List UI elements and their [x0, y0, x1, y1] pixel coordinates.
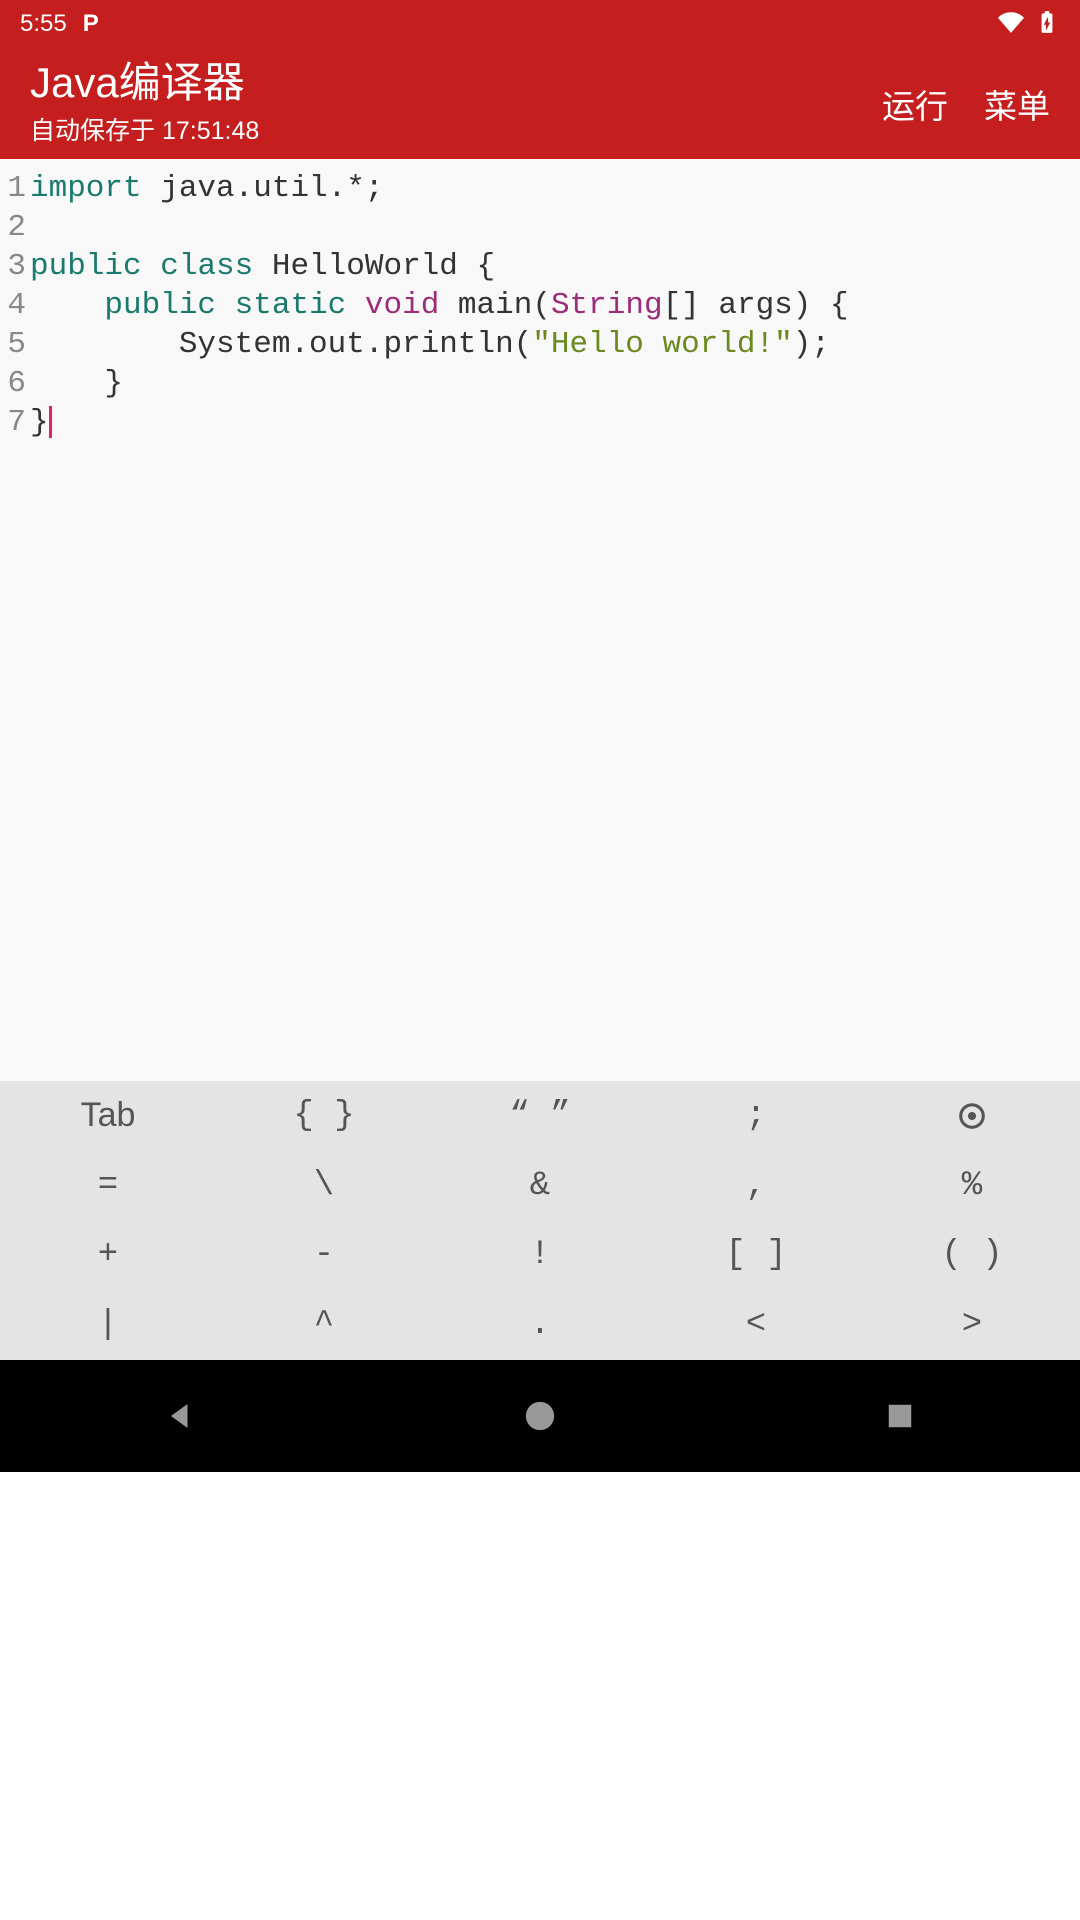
code-line[interactable]: System.out.println("Hello world!"); [30, 325, 1080, 364]
line-number: 3 [0, 247, 26, 286]
code-content[interactable]: import java.util.*; public class HelloWo… [30, 169, 1080, 1081]
symbol-key-1[interactable]: { } [216, 1081, 432, 1151]
app-bar: Java编译器 自动保存于 17:51:48 运行 菜单 [0, 48, 1080, 159]
system-nav-bar [0, 1360, 1080, 1472]
symbol-key-2[interactable]: “ ” [432, 1081, 648, 1151]
line-gutter: 1234567 [0, 169, 30, 1081]
nav-home-button[interactable] [520, 1396, 560, 1436]
symbol-key-12[interactable]: ! [432, 1221, 648, 1291]
status-time: 5:55 [20, 10, 67, 38]
symbol-key-5[interactable]: = [0, 1151, 216, 1221]
code-line[interactable]: public static void main(String[] args) { [30, 286, 1080, 325]
symbol-key-16[interactable]: ^ [216, 1290, 432, 1360]
symbol-key-15[interactable]: | [0, 1290, 216, 1360]
menu-button[interactable]: 菜单 [984, 80, 1050, 128]
symbol-toolbar: Tab{ }“ ”; =\&,% +-![ ]( ) |^.<> [0, 1081, 1080, 1360]
status-bar: 5:55 P [0, 0, 1080, 48]
symbol-key-18[interactable]: < [648, 1290, 864, 1360]
text-cursor [49, 406, 52, 438]
run-button[interactable]: 运行 [882, 80, 948, 128]
app-title: Java编译器 [30, 60, 882, 106]
code-line[interactable] [30, 208, 1080, 247]
symbol-key-8[interactable]: , [648, 1151, 864, 1221]
battery-charging-icon [1034, 9, 1060, 40]
line-number: 7 [0, 403, 26, 442]
symbol-key-11[interactable]: - [216, 1221, 432, 1291]
line-number: 5 [0, 325, 26, 364]
symbol-key-0[interactable]: Tab [0, 1081, 216, 1151]
code-line[interactable]: } [30, 403, 1080, 442]
symbol-key-10[interactable]: + [0, 1221, 216, 1291]
symbol-key-target-icon[interactable] [864, 1081, 1080, 1151]
autosave-status: 自动保存于 17:51:48 [30, 111, 882, 147]
code-editor[interactable]: 1234567 import java.util.*; public class… [0, 159, 1080, 1081]
nav-recent-button[interactable] [880, 1396, 920, 1436]
symbol-key-3[interactable]: ; [648, 1081, 864, 1151]
nav-back-button[interactable] [160, 1396, 200, 1436]
symbol-key-17[interactable]: . [432, 1290, 648, 1360]
symbol-key-9[interactable]: % [864, 1151, 1080, 1221]
symbol-key-6[interactable]: \ [216, 1151, 432, 1221]
line-number: 4 [0, 286, 26, 325]
code-line[interactable]: import java.util.*; [30, 169, 1080, 208]
wifi-icon [998, 9, 1024, 40]
symbol-key-7[interactable]: & [432, 1151, 648, 1221]
line-number: 6 [0, 364, 26, 403]
symbol-key-14[interactable]: ( ) [864, 1221, 1080, 1291]
line-number: 1 [0, 169, 26, 208]
code-line[interactable]: } [30, 364, 1080, 403]
symbol-key-13[interactable]: [ ] [648, 1221, 864, 1291]
line-number: 2 [0, 208, 26, 247]
app-indicator-icon: P [83, 10, 99, 38]
code-line[interactable]: public class HelloWorld { [30, 247, 1080, 286]
symbol-key-19[interactable]: > [864, 1290, 1080, 1360]
